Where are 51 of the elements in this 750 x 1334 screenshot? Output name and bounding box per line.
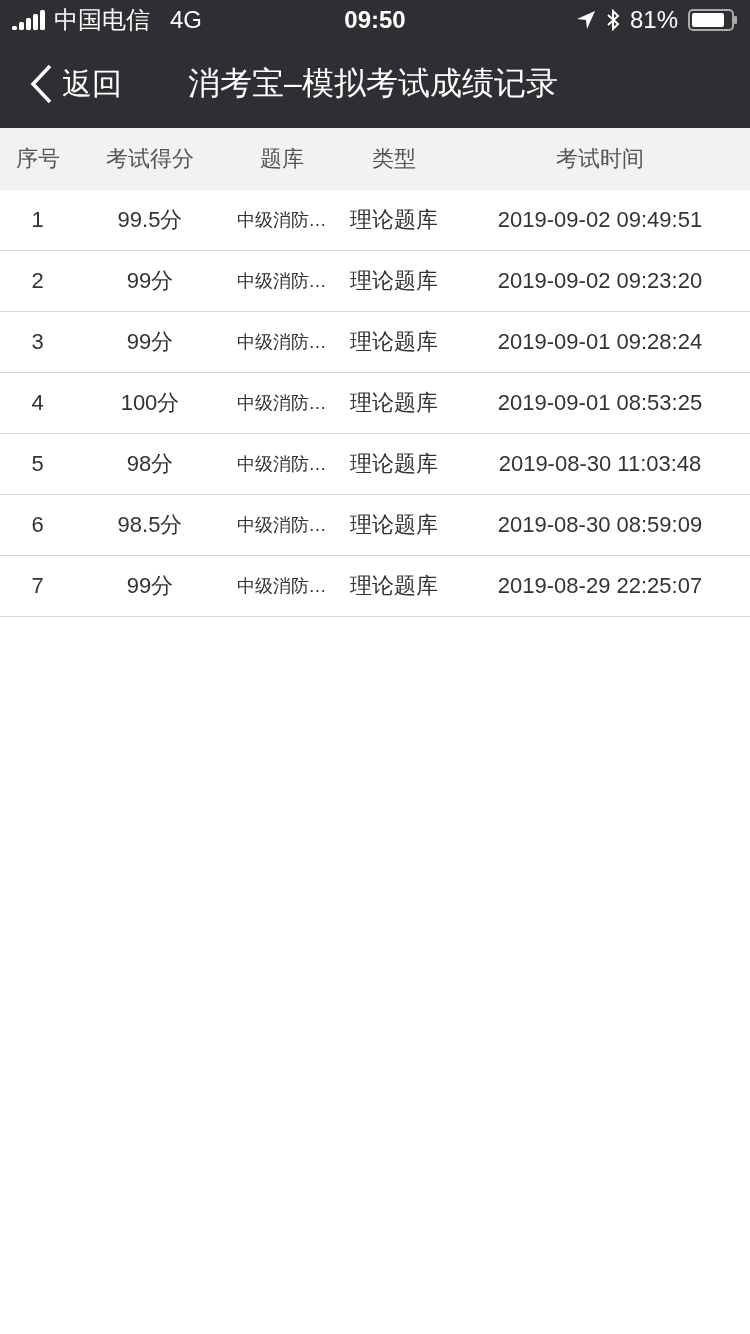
index-cell-text: 3 [30,329,45,355]
column-header: 考试得分 [105,145,195,173]
clock-text: 09:50 [344,6,406,34]
index-cell-text: 7 [30,573,45,599]
time-cell-text: 2019-09-02 09:49:51 [496,207,704,233]
column-header: 题库 [258,145,305,173]
bank-cell-text: 中级消防… [235,453,328,476]
index-cell-text: 5 [30,451,45,477]
time-cell-text: 2019-08-30 11:03:48 [497,451,703,477]
index-cell-text: 2 [30,268,45,294]
score-cell-text: 99.5分 [116,206,184,234]
chevron-left-icon [30,64,52,104]
battery-icon [688,9,738,31]
index-cell-text: 4 [30,390,45,416]
time-cell-text: 2019-09-01 09:28:24 [496,329,704,355]
location-arrow-icon [575,10,596,30]
bank-cell-text: 中级消防… [235,270,328,293]
bank-cell-text: 中级消防… [235,209,328,232]
time-cell-text: 2019-08-30 08:59:09 [496,512,704,538]
score-cell-text: 99分 [125,572,175,600]
type-cell-text: 理论题库 [349,450,439,478]
type-cell-text: 理论题库 [349,328,439,356]
index-cell-text: 6 [30,512,45,538]
bank-cell-text: 中级消防… [235,331,328,354]
type-cell-text: 理论题库 [349,511,439,539]
column-header: 序号 [14,145,61,173]
score-cell-text: 100分 [119,389,181,417]
bank-cell-text: 中级消防… [235,575,328,598]
column-header: 类型 [371,145,417,173]
time-cell-text: 2019-09-02 09:23:20 [496,268,704,294]
score-cell-text: 99分 [125,328,175,356]
score-cell-text: 99分 [125,267,175,295]
type-cell-text: 理论题库 [349,572,439,600]
time-cell-text: 2019-09-01 08:53:25 [496,390,704,416]
index-cell-text: 1 [30,207,45,233]
bank-cell-text: 中级消防… [235,392,328,415]
score-cell-text: 98分 [125,450,175,478]
carrier-text: 中国电信 [54,5,150,35]
type-cell-text: 理论题库 [349,206,439,234]
network-text: 4G [170,6,202,34]
back-button[interactable]: 返回 [30,63,122,105]
battery-percent-text: 81% [629,6,678,34]
time-cell-text: 2019-08-29 22:25:07 [496,573,704,599]
type-cell-text: 理论题库 [349,389,439,417]
signal-icon [12,10,46,30]
score-cell-text: 98.5分 [116,511,184,539]
bluetooth-icon [605,9,620,31]
page-title: 消考宝–模拟考试成绩记录 [188,64,558,103]
type-cell-text: 理论题库 [349,267,439,295]
column-header: 考试时间 [555,145,645,173]
bank-cell-text: 中级消防… [235,514,328,537]
